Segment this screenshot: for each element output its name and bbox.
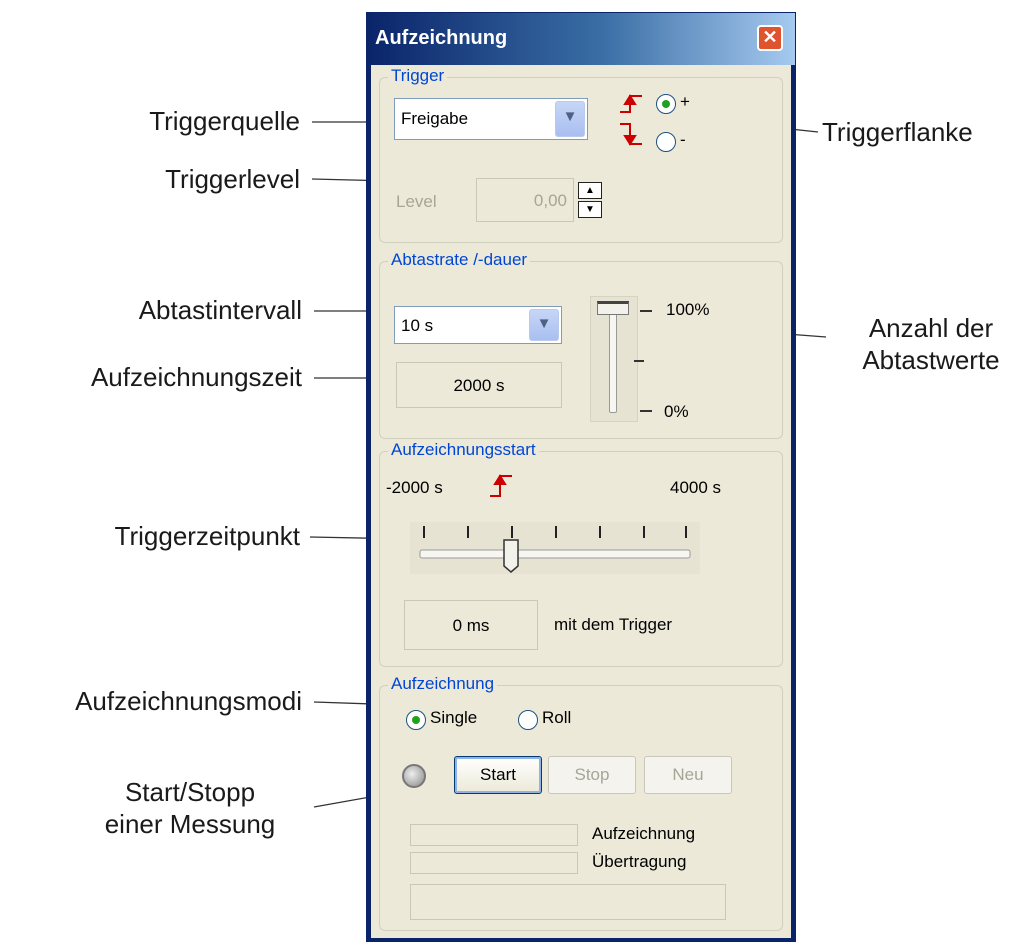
record-start-min-label: -2000 s xyxy=(386,478,443,497)
slider-track xyxy=(609,301,617,413)
slider-tick-mid xyxy=(634,360,644,362)
sampling-interval-combobox[interactable]: 10 s ▼ xyxy=(394,306,562,344)
edge-rising-radio[interactable] xyxy=(656,94,676,114)
edge-plus-label: + xyxy=(680,92,690,111)
window-title: Aufzeichnung xyxy=(375,27,508,49)
trigger-offset-value: 0 ms xyxy=(452,616,490,635)
mode-roll-radio[interactable] xyxy=(518,710,538,730)
sampling-group: Abtastrate /-dauer 10 s ▼ 2000 s 100% 0% xyxy=(379,250,783,439)
sampling-interval-value: 10 s xyxy=(401,316,434,335)
callout-anzahl-der-abtastwerte: Anzahl der Abtastwerte xyxy=(836,312,1026,376)
start-button[interactable]: Start xyxy=(454,756,542,794)
callout-startstopp-line2: einer Messung xyxy=(104,809,276,839)
trigger-level-value: 0,00 xyxy=(533,191,567,210)
new-button[interactable]: Neu xyxy=(644,756,732,794)
callout-anzahl-line1: Anzahl der xyxy=(868,313,994,343)
callout-anzahl-line2: Abtastwerte xyxy=(862,345,1000,375)
title-bar[interactable]: Aufzeichnung ✕ xyxy=(367,13,795,65)
spin-down-icon[interactable]: ▼ xyxy=(578,201,602,218)
trigger-legend: Trigger xyxy=(388,66,448,86)
trigger-offset-field: 0 ms xyxy=(404,600,538,650)
callout-aufzeichnungszeit: Aufzeichnungszeit xyxy=(90,362,302,392)
mode-single-label: Single xyxy=(430,708,478,727)
edge-falling-radio[interactable] xyxy=(656,132,676,152)
record-start-group: Aufzeichnungsstart -2000 s 4000 s 0 ms m… xyxy=(379,440,783,667)
record-progress-bar xyxy=(410,824,578,846)
recording-duration-field: 2000 s xyxy=(396,362,562,408)
trigger-source-combobox[interactable]: Freigabe ▼ xyxy=(394,98,588,140)
stop-button[interactable]: Stop xyxy=(548,756,636,794)
slider-tick-max xyxy=(640,310,652,312)
mode-roll-label: Roll xyxy=(542,708,572,727)
level-label: Level xyxy=(396,192,437,211)
aufzeichnung-window: Aufzeichnung ✕ Trigger Freigabe ▼ + - Le… xyxy=(366,12,796,942)
sample-count-slider[interactable] xyxy=(590,296,638,422)
callout-start-stopp: Start/Stopp einer Messung xyxy=(90,776,290,840)
callout-aufzeichnungsmodi: Aufzeichnungsmodi xyxy=(75,686,302,716)
callout-triggerflanke: Triggerflanke xyxy=(822,117,973,147)
falling-edge-icon xyxy=(620,123,642,146)
trigger-marker-icon xyxy=(490,474,512,497)
trigger-level-spinner[interactable]: ▲ ▼ xyxy=(578,182,602,218)
trigger-offset-suffix: mit dem Trigger xyxy=(554,615,673,634)
trigger-group: Trigger Freigabe ▼ + - Level 0,00 ▲ ▼ xyxy=(379,66,783,243)
spin-up-icon[interactable]: ▲ xyxy=(578,182,602,199)
transfer-progress-label: Übertragung xyxy=(592,852,687,871)
record-start-max-label: 4000 s xyxy=(670,478,722,497)
recording-duration-value: 2000 s xyxy=(453,376,505,395)
record-start-legend: Aufzeichnungsstart xyxy=(388,440,539,460)
callout-triggerquelle: Triggerquelle xyxy=(149,106,300,136)
sampling-legend: Abtastrate /-dauer xyxy=(388,250,531,270)
slider-thumb xyxy=(503,539,519,573)
chevron-down-icon[interactable]: ▼ xyxy=(555,101,585,137)
callout-abtastintervall: Abtastintervall xyxy=(138,295,302,325)
recording-legend: Aufzeichnung xyxy=(388,674,498,694)
recording-group: Aufzeichnung Single Roll Start Stop Neu … xyxy=(379,674,783,931)
status-led-icon xyxy=(402,764,426,788)
callout-startstopp-line1: Start/Stopp xyxy=(124,777,256,807)
trigger-time-slider[interactable] xyxy=(410,522,700,594)
window-client-area: Trigger Freigabe ▼ + - Level 0,00 ▲ ▼ Ab… xyxy=(371,65,791,938)
callout-triggerzeitpunkt: Triggerzeitpunkt xyxy=(114,521,300,551)
slider-tick-min xyxy=(640,410,652,412)
transfer-progress-bar xyxy=(410,852,578,874)
slider-max-label: 100% xyxy=(666,300,710,319)
mode-single-radio[interactable] xyxy=(406,710,426,730)
rising-edge-icon xyxy=(620,94,642,113)
record-progress-label: Aufzeichnung xyxy=(592,824,696,843)
slider-min-label: 0% xyxy=(664,402,689,421)
edge-minus-label: - xyxy=(680,130,686,149)
close-button[interactable]: ✕ xyxy=(757,25,783,51)
callout-triggerlevel: Triggerlevel xyxy=(165,164,300,194)
trigger-level-field[interactable]: 0,00 xyxy=(476,178,574,222)
slider-thumb[interactable] xyxy=(597,301,629,315)
trigger-source-value: Freigabe xyxy=(401,109,469,128)
chevron-down-icon[interactable]: ▼ xyxy=(529,309,559,341)
status-message-field xyxy=(410,884,726,920)
